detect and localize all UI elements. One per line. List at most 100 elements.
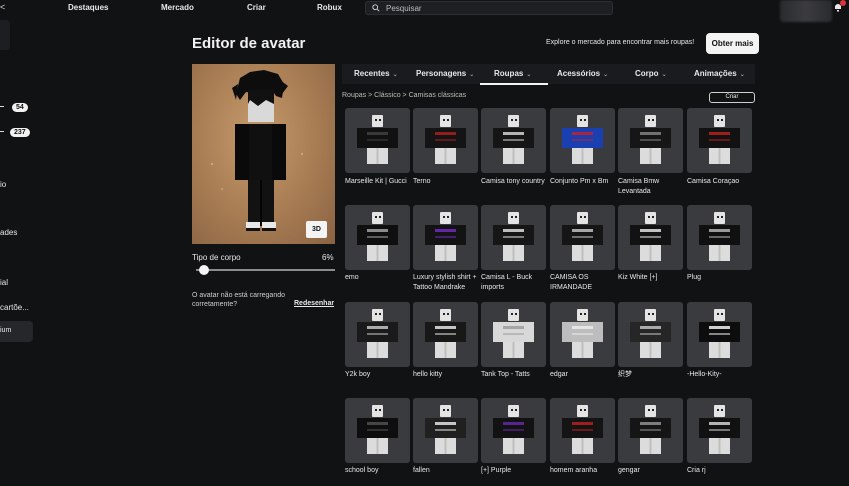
- item-label: Tank Top - Tatts: [481, 371, 530, 378]
- item-tile[interactable]: [550, 108, 615, 173]
- shirt-thumbnail: [425, 309, 466, 358]
- top-navigation-bar: < Destaques Mercado Criar Robux Pesquisa…: [0, 0, 849, 22]
- breadcrumb-separator: >: [368, 92, 373, 99]
- item-tile[interactable]: [618, 108, 683, 173]
- slider-handle[interactable]: [199, 265, 210, 275]
- item-tile[interactable]: [345, 302, 410, 367]
- sidebar-item-label[interactable]: ial: [0, 278, 8, 287]
- item-tile[interactable]: [345, 205, 410, 270]
- tab-recentes[interactable]: Recentes ⌄: [354, 69, 398, 78]
- sidebar-item-label[interactable]: io: [0, 180, 6, 189]
- item-tile[interactable]: [618, 398, 683, 463]
- shirt-thumbnail: [630, 309, 671, 358]
- shirt-thumbnail: [562, 212, 603, 261]
- item-tile[interactable]: [413, 205, 478, 270]
- item-tile[interactable]: [687, 108, 752, 173]
- item-label: Y2k boy: [345, 371, 371, 378]
- body-type-slider[interactable]: [196, 269, 335, 271]
- item-label: school boy: [345, 467, 379, 474]
- shirt-thumbnail: [425, 115, 466, 164]
- redraw-link[interactable]: Redesenhar: [294, 300, 334, 307]
- tab-corpo[interactable]: Corpo ⌄: [635, 69, 667, 78]
- item-tile[interactable]: [481, 302, 546, 367]
- shirt-thumbnail: [425, 405, 466, 454]
- sidebar-badge: 237: [10, 128, 30, 137]
- shirt-thumbnail: [357, 309, 398, 358]
- item-tile[interactable]: [345, 108, 410, 173]
- item-label: CAMISA OS IRMANDADE: [550, 274, 593, 291]
- search-input[interactable]: Pesquisar: [365, 1, 613, 15]
- tab-roupas[interactable]: Roupas ⌄: [494, 69, 531, 78]
- item-tile[interactable]: [413, 108, 478, 173]
- item-label: edgar: [550, 371, 568, 378]
- sidebar-item-label[interactable]: ades: [0, 228, 17, 237]
- avatar-warning-text: O avatar não está carregando corretament…: [192, 292, 286, 308]
- item-label: Camisa Coraçao: [687, 178, 740, 185]
- shirt-thumbnail: [630, 115, 671, 164]
- item-tile[interactable]: [550, 398, 615, 463]
- item-tile[interactable]: [550, 205, 615, 270]
- shirt-thumbnail: [493, 115, 534, 164]
- nav-criar[interactable]: Criar: [247, 3, 266, 12]
- active-tab-indicator: [480, 83, 548, 85]
- item-tile[interactable]: [618, 205, 683, 270]
- shirt-thumbnail: [699, 405, 740, 454]
- shirt-thumbnail: [493, 309, 534, 358]
- category-tabs: Recentes ⌄ Personagens ⌄ Roupas ⌄ Acessório…: [342, 64, 755, 84]
- tab-personagens[interactable]: Personagens ⌄: [416, 69, 474, 78]
- item-tile[interactable]: [481, 108, 546, 173]
- nav-mercado[interactable]: Mercado: [161, 3, 194, 12]
- item-tile[interactable]: [550, 302, 615, 367]
- shirt-thumbnail: [562, 405, 603, 454]
- create-button[interactable]: Criar: [709, 92, 755, 103]
- shirt-thumbnail: [425, 212, 466, 261]
- breadcrumb-camisas: Camisas clássicas: [408, 92, 467, 99]
- item-tile[interactable]: [687, 398, 752, 463]
- item-label: Camisa Bmw Levantada: [618, 178, 660, 195]
- sidebar-item-label[interactable]: ium: [0, 327, 11, 334]
- shirt-thumbnail: [630, 405, 671, 454]
- item-tile[interactable]: [481, 398, 546, 463]
- notification-dot: [840, 0, 846, 6]
- avatar-preview[interactable]: 3D: [192, 64, 335, 244]
- search-icon: [372, 4, 380, 12]
- item-tile[interactable]: [413, 302, 478, 367]
- item-tile[interactable]: [481, 205, 546, 270]
- page-title: Editor de avatar: [192, 35, 306, 52]
- shirt-thumbnail: [493, 405, 534, 454]
- item-label: fallen: [413, 467, 430, 474]
- nav-destaques[interactable]: Destaques: [68, 3, 108, 12]
- item-tile[interactable]: [345, 398, 410, 463]
- item-label: -Hello-Kity-: [687, 371, 722, 378]
- item-label: Camisa L - Buck imports: [481, 274, 533, 291]
- sidebar-top-item[interactable]: [0, 20, 10, 50]
- item-label: hello kitty: [413, 371, 443, 378]
- item-label: Cria rj: [687, 467, 706, 474]
- item-tile[interactable]: [618, 302, 683, 367]
- shirt-thumbnail: [562, 309, 603, 358]
- tab-acessorios[interactable]: Acessórios ⌄: [557, 69, 608, 78]
- shirt-thumbnail: [357, 115, 398, 164]
- view-3d-button[interactable]: 3D: [306, 221, 327, 238]
- avatar-figure: [211, 70, 303, 231]
- item-tile[interactable]: [687, 205, 752, 270]
- item-tile[interactable]: [413, 398, 478, 463]
- item-label: Terno: [413, 178, 431, 185]
- item-label: emo: [345, 274, 359, 281]
- body-type-value: 6%: [322, 253, 334, 262]
- get-more-button[interactable]: Obter mais: [706, 33, 759, 54]
- nav-robux[interactable]: Robux: [317, 3, 342, 12]
- shirt-thumbnail: [699, 309, 740, 358]
- back-icon[interactable]: <: [0, 2, 5, 12]
- user-avatar[interactable]: [780, 0, 832, 22]
- tab-animacoes[interactable]: Animações ⌄: [694, 69, 745, 78]
- item-label: homem aranha: [550, 467, 598, 474]
- breadcrumb-separator: >: [402, 92, 407, 99]
- breadcrumb-roupas[interactable]: Roupas: [342, 92, 366, 99]
- breadcrumb: Roupas > Clássico > Camisas clássicas: [342, 92, 466, 99]
- breadcrumb-classico[interactable]: Clássico: [374, 92, 400, 99]
- sidebar-item-label[interactable]: cartõe...: [0, 303, 29, 312]
- item-tile[interactable]: [687, 302, 752, 367]
- item-label: Plug: [687, 274, 702, 281]
- item-label: Kiz White [+]: [618, 274, 658, 281]
